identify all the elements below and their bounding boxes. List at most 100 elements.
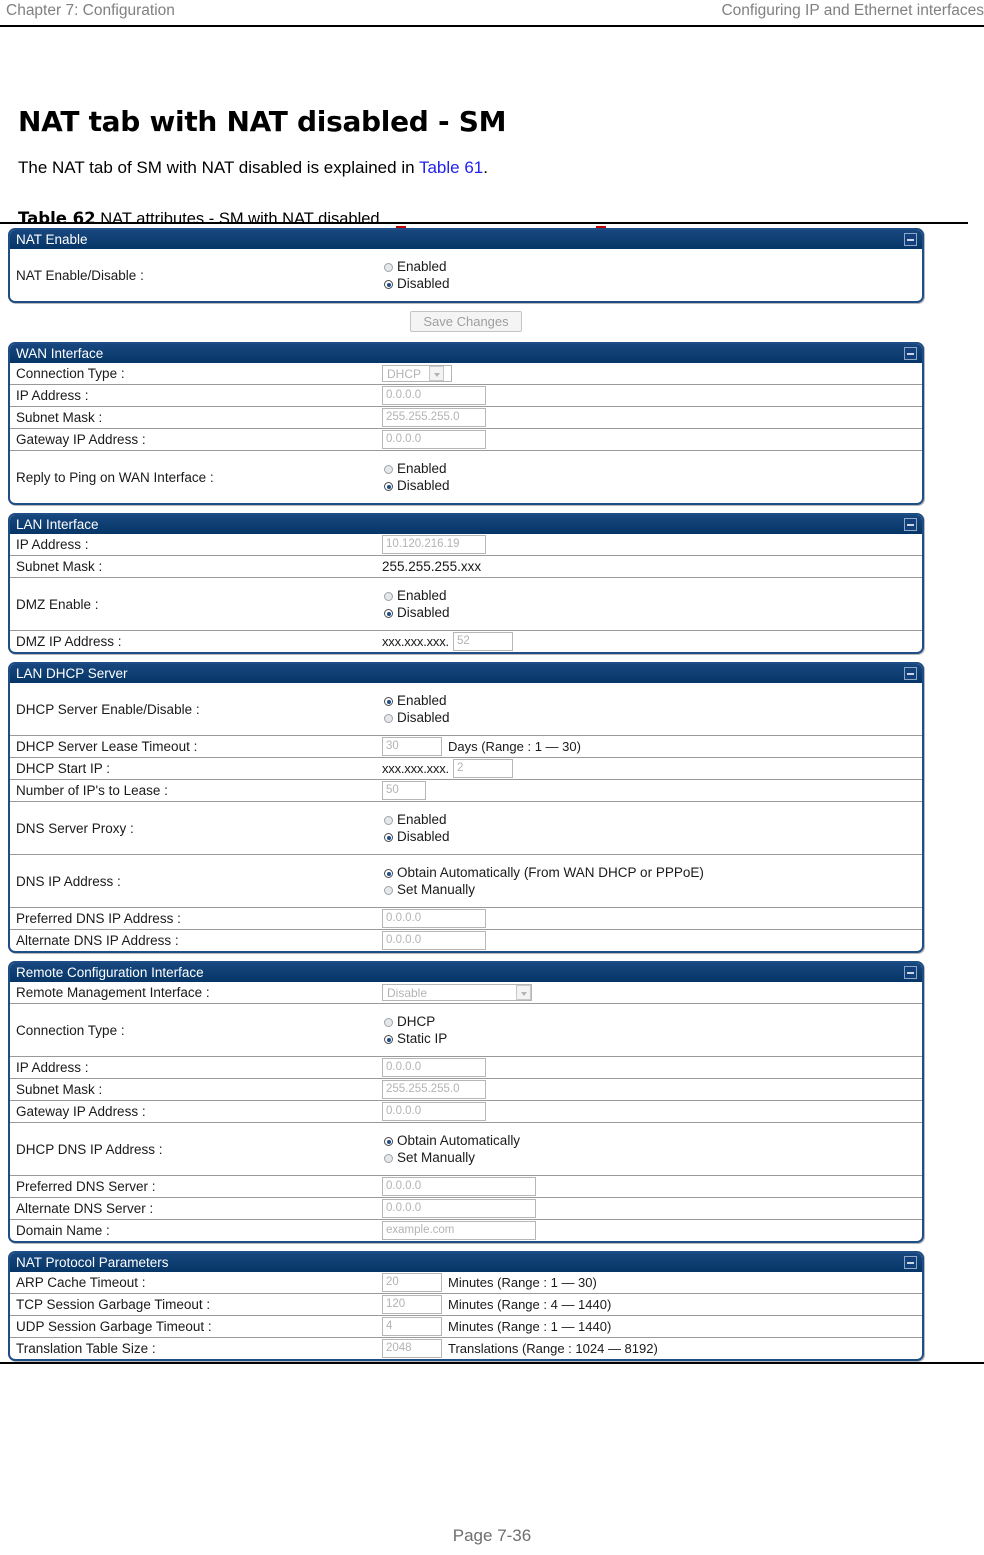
label-remote-connection-type: Connection Type : (16, 1022, 125, 1038)
collapse-icon[interactable] (904, 518, 917, 531)
radio-option-remote-static-ip[interactable]: Static IP (384, 1030, 447, 1047)
prefix-dmz-ip: xxx.xxx.xxx. (382, 634, 449, 649)
page-header: Chapter 7: Configuration Configuring IP … (0, 0, 984, 30)
input-lan-ip-address[interactable]: 10.120.216.19 (382, 535, 486, 554)
radio-icon-unselected (384, 714, 393, 723)
row-dns-server-proxy: DNS Server Proxy : Enabled Disabled (10, 802, 922, 855)
label-dhcp-num-ips: Number of IP's to Lease : (16, 783, 168, 798)
label-remote-preferred-dns: Preferred DNS Server : (16, 1179, 156, 1194)
input-udp-session-timeout[interactable]: 4 (382, 1317, 442, 1336)
input-tcp-session-timeout[interactable]: 120 (382, 1295, 442, 1314)
radio-option-dhcp-disabled[interactable]: Disabled (384, 709, 450, 726)
select-remote-management-interface[interactable]: Disable (382, 984, 532, 1001)
panel-nat-protocol-parameters: NAT Protocol Parameters ARP Cache Timeou… (8, 1251, 924, 1361)
radio-option-ping-disabled[interactable]: Disabled (384, 477, 450, 494)
intro-paragraph: The NAT tab of SM with NAT disabled is e… (18, 158, 488, 178)
intro-text-after: . (483, 158, 488, 177)
panel-header-nat-protocol: NAT Protocol Parameters (10, 1253, 922, 1272)
input-domain-name[interactable]: example.com (382, 1221, 536, 1240)
radio-option-ping-enabled[interactable]: Enabled (384, 460, 450, 477)
input-dhcp-start-ip-octet[interactable]: 2 (452, 759, 513, 778)
input-wan-ip-address[interactable]: 0.0.0.0 (382, 386, 486, 405)
panel-title-lan-interface: LAN Interface (16, 517, 99, 532)
row-remote-alternate-dns: Alternate DNS Server : 0.0.0.0 (10, 1198, 922, 1220)
input-remote-alternate-dns[interactable]: 0.0.0.0 (382, 1199, 536, 1218)
hint-tcp-session-timeout: Minutes (Range : 4 — 1440) (448, 1297, 612, 1312)
input-remote-preferred-dns[interactable]: 0.0.0.0 (382, 1177, 536, 1196)
select-value-wan-connection-type: DHCP (387, 366, 422, 381)
input-dhcp-num-ips[interactable]: 50 (382, 781, 426, 800)
label-dhcp-lease-timeout: DHCP Server Lease Timeout : (16, 739, 198, 754)
input-dhcp-lease-timeout[interactable]: 30 (382, 737, 442, 756)
radio-option-dns-obtain-auto[interactable]: Obtain Automatically (From WAN DHCP or P… (384, 864, 704, 881)
radio-option-dns-proxy-enabled[interactable]: Enabled (384, 811, 450, 828)
input-translation-table-size[interactable]: 2048 (382, 1339, 442, 1358)
input-wan-subnet-mask[interactable]: 255.255.255.0 (382, 408, 486, 427)
collapse-icon[interactable] (904, 1256, 917, 1269)
collapse-icon[interactable] (904, 966, 917, 979)
row-lan-ip-address: IP Address : 10.120.216.19 (10, 534, 922, 556)
radio-icon-selected (384, 609, 393, 618)
radio-icon-unselected (384, 592, 393, 601)
header-rule (0, 25, 984, 27)
radio-option-dmz-disabled[interactable]: Disabled (384, 604, 450, 621)
intro-text-before: The NAT tab of SM with NAT disabled is e… (18, 158, 419, 177)
radio-option-dmz-enabled[interactable]: Enabled (384, 587, 450, 604)
collapse-icon[interactable] (904, 233, 917, 246)
input-wan-gateway[interactable]: 0.0.0.0 (382, 430, 486, 449)
row-alternate-dns-ip: Alternate DNS IP Address : 0.0.0.0 (10, 930, 922, 951)
save-changes-container: Save Changes (8, 311, 924, 332)
row-remote-ip-address: IP Address : 0.0.0.0 (10, 1057, 922, 1079)
panel-title-remote-configuration: Remote Configuration Interface (16, 965, 204, 980)
radio-label-ping-enabled: Enabled (397, 461, 447, 476)
radio-option-nat-enabled[interactable]: Enabled (384, 258, 450, 275)
input-arp-cache-timeout[interactable]: 20 (382, 1273, 442, 1292)
radio-option-dhcp-dns-manual[interactable]: Set Manually (384, 1149, 520, 1166)
select-value-remote-management: Disable (387, 985, 428, 1000)
panel-header-remote-configuration: Remote Configuration Interface (10, 963, 922, 982)
label-wan-ip-address: IP Address : (16, 388, 89, 403)
radio-label-dhcp-enabled: Enabled (397, 693, 447, 708)
table-caption-number: Table 62 (18, 208, 96, 228)
input-lan-dmz-ip-octet[interactable]: 52 (452, 632, 513, 651)
label-remote-management-interface: Remote Management Interface : (16, 985, 210, 1000)
label-nat-enable-disable: NAT Enable/Disable : (16, 267, 144, 283)
radio-label-dhcp-dns-manual: Set Manually (397, 1150, 476, 1165)
label-wan-connection-type: Connection Type : (16, 366, 125, 381)
row-remote-gateway: Gateway IP Address : 0.0.0.0 (10, 1101, 922, 1123)
radio-icon-selected (384, 697, 393, 706)
label-dhcp-dns-ip-address: DHCP DNS IP Address : (16, 1141, 163, 1157)
hint-arp-cache-timeout: Minutes (Range : 1 — 30) (448, 1275, 597, 1290)
radio-icon-selected (384, 482, 393, 491)
row-arp-cache-timeout: ARP Cache Timeout : 20 Minutes (Range : … (10, 1272, 922, 1294)
radio-option-nat-disabled[interactable]: Disabled (384, 275, 450, 292)
input-remote-ip-address[interactable]: 0.0.0.0 (382, 1058, 486, 1077)
input-preferred-dns-ip[interactable]: 0.0.0.0 (382, 909, 486, 928)
select-wan-connection-type[interactable]: DHCP (382, 365, 452, 382)
radio-icon-unselected (384, 263, 393, 272)
radio-option-remote-dhcp[interactable]: DHCP (384, 1013, 447, 1030)
input-remote-gateway[interactable]: 0.0.0.0 (382, 1102, 486, 1121)
row-lan-subnet-mask: Subnet Mask : 255.255.255.xxx (10, 556, 922, 578)
save-changes-button[interactable]: Save Changes (410, 311, 522, 332)
radio-option-dns-set-manually[interactable]: Set Manually (384, 881, 704, 898)
row-wan-ip-address: IP Address : 0.0.0.0 (10, 385, 922, 407)
radio-label-dmz-enabled: Enabled (397, 588, 447, 603)
value-lan-subnet-mask: 255.255.255.xxx (382, 559, 482, 574)
caption-rule (0, 222, 968, 224)
hint-udp-session-timeout: Minutes (Range : 1 — 1440) (448, 1319, 612, 1334)
radio-icon-selected (384, 833, 393, 842)
page-footer: Page 7-36 (452, 1526, 532, 1545)
collapse-icon[interactable] (904, 347, 917, 360)
panel-title-nat-enable: NAT Enable (16, 232, 88, 247)
radio-option-dns-proxy-disabled[interactable]: Disabled (384, 828, 450, 845)
radio-option-dhcp-dns-auto[interactable]: Obtain Automatically (384, 1132, 520, 1149)
collapse-icon[interactable] (904, 667, 917, 680)
input-alternate-dns-ip[interactable]: 0.0.0.0 (382, 931, 486, 950)
label-domain-name: Domain Name : (16, 1223, 110, 1238)
footer-rule (0, 1362, 984, 1364)
label-dns-ip-address: DNS IP Address : (16, 873, 121, 889)
table-61-link[interactable]: Table 61 (419, 158, 483, 177)
input-remote-subnet-mask[interactable]: 255.255.255.0 (382, 1080, 486, 1099)
radio-option-dhcp-enabled[interactable]: Enabled (384, 692, 450, 709)
